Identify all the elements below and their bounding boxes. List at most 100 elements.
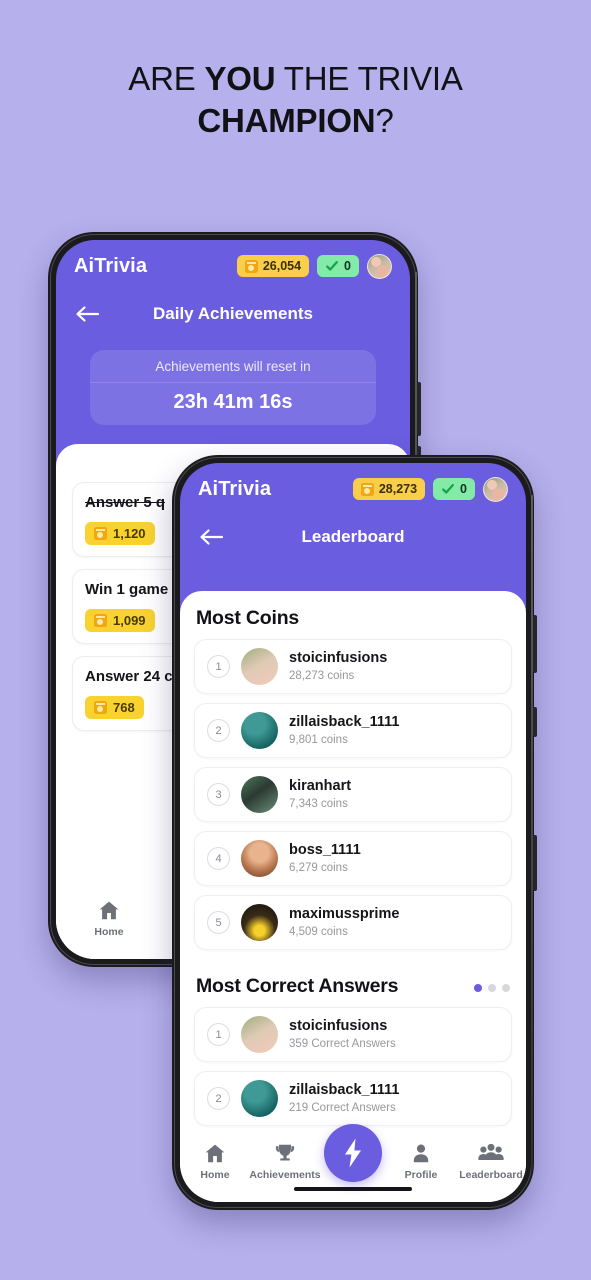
pagination-dots[interactable] bbox=[474, 984, 510, 998]
headline-pre: ARE bbox=[128, 60, 205, 97]
volume-down-button[interactable] bbox=[533, 707, 537, 737]
player-score: 7,343 coins bbox=[289, 798, 348, 810]
avatar bbox=[241, 1080, 278, 1117]
coin-balance-badge[interactable]: 28,273 bbox=[352, 478, 426, 500]
rank-badge: 5 bbox=[207, 911, 230, 934]
streak-value: 0 bbox=[460, 482, 467, 496]
rank-badge: 2 bbox=[207, 719, 230, 742]
check-icon bbox=[442, 484, 454, 494]
coin-icon bbox=[94, 701, 107, 714]
player-name: stoicinfusions bbox=[289, 1018, 388, 1034]
player-name: zillaisback_1111 bbox=[289, 1082, 400, 1098]
headline-post: ? bbox=[375, 102, 394, 139]
avatar bbox=[241, 1016, 278, 1053]
section-title: Most Correct Answers bbox=[196, 975, 399, 997]
nav-item-leaderboard[interactable]: Leaderboard bbox=[459, 1142, 523, 1181]
player-score: 4,509 coins bbox=[289, 926, 348, 938]
headline-line1: ARE YOU THE TRIVIA bbox=[128, 60, 463, 97]
list-item[interactable]: 4 boss_1111 6,279 coins bbox=[194, 831, 512, 886]
rank-badge: 1 bbox=[207, 655, 230, 678]
screen-title: Daily Achievements bbox=[153, 304, 313, 323]
home-indicator bbox=[294, 1186, 412, 1191]
section-title: Most Coins bbox=[196, 607, 300, 629]
avatar bbox=[241, 776, 278, 813]
home-icon bbox=[204, 1142, 226, 1164]
nav-label-home: Home bbox=[94, 926, 124, 938]
people-group-icon bbox=[478, 1142, 504, 1164]
user-avatar[interactable] bbox=[367, 253, 392, 279]
nav-item-home[interactable]: Home bbox=[184, 1142, 246, 1181]
app-brand: AiTrivia bbox=[198, 477, 272, 500]
pagination-dot-2[interactable] bbox=[488, 984, 496, 992]
list-item[interactable]: 5 maximussprime 4,509 coins bbox=[194, 895, 512, 950]
nav-item-achievements[interactable]: Achievements bbox=[249, 1142, 321, 1181]
nav-label-profile: Profile bbox=[404, 1169, 438, 1181]
rank-badge: 4 bbox=[207, 847, 230, 870]
rank-badge: 2 bbox=[207, 1087, 230, 1110]
volume-up-button[interactable] bbox=[417, 382, 421, 436]
reset-timer-value: 23h 41m 16s bbox=[173, 391, 293, 413]
achievement-reward-value: 1,099 bbox=[113, 613, 146, 628]
nav-item-profile[interactable]: Profile bbox=[390, 1142, 452, 1181]
coin-icon bbox=[94, 614, 107, 627]
back-arrow-icon[interactable] bbox=[198, 528, 224, 546]
reset-timer-label: Achievements will reset in bbox=[90, 350, 376, 383]
home-icon bbox=[98, 899, 120, 921]
header-title-row: Daily Achievements bbox=[74, 292, 392, 336]
achievement-reward: 768 bbox=[85, 696, 144, 719]
header-top-row: AiTrivia 28,273 0 bbox=[198, 463, 508, 515]
streak-badge[interactable]: 0 bbox=[317, 255, 359, 277]
pagination-dot-3[interactable] bbox=[502, 984, 510, 992]
header-top-row: AiTrivia 26,054 0 bbox=[74, 240, 392, 292]
headline-emph-you: YOU bbox=[204, 60, 276, 97]
nav-label-leaderboard: Leaderboard bbox=[459, 1169, 523, 1181]
list-item[interactable]: 2 zillaisback_1111 219 Correct Answers bbox=[194, 1071, 512, 1126]
app-screen-leaderboard: AiTrivia 28,273 0 Leaderboard Most Coins… bbox=[180, 463, 526, 1202]
achievement-reward-value: 1,120 bbox=[113, 526, 146, 541]
trophy-icon bbox=[274, 1142, 296, 1164]
nav-label-home: Home bbox=[200, 1169, 230, 1181]
avatar bbox=[241, 648, 278, 685]
avatar bbox=[241, 840, 278, 877]
achievement-reward-value: 768 bbox=[113, 700, 135, 715]
phone-frame-highlight bbox=[531, 495, 533, 1170]
streak-value: 0 bbox=[344, 259, 351, 273]
screen-title: Leaderboard bbox=[301, 527, 405, 546]
power-button[interactable] bbox=[533, 835, 537, 891]
coin-icon bbox=[360, 482, 374, 496]
player-score: 359 Correct Answers bbox=[289, 1038, 396, 1050]
person-icon bbox=[410, 1142, 432, 1164]
list-item[interactable]: 3 kiranhart 7,343 coins bbox=[194, 767, 512, 822]
coin-balance-value: 26,054 bbox=[262, 259, 302, 273]
player-name: maximussprime bbox=[289, 906, 400, 922]
list-item[interactable]: 2 zillaisback_1111 9,801 coins bbox=[194, 703, 512, 758]
pagination-dot-1[interactable] bbox=[474, 984, 482, 992]
list-item[interactable]: 1 stoicinfusions 359 Correct Answers bbox=[194, 1007, 512, 1062]
rank-badge: 1 bbox=[207, 1023, 230, 1046]
nav-item-home[interactable]: Home bbox=[78, 899, 140, 938]
list-item[interactable]: 1 stoicinfusions 28,273 coins bbox=[194, 639, 512, 694]
streak-badge[interactable]: 0 bbox=[433, 478, 475, 500]
bottom-navigation: Home Achievements Profile Leaderboard bbox=[180, 1124, 526, 1202]
back-arrow-icon[interactable] bbox=[74, 305, 100, 323]
volume-up-button[interactable] bbox=[533, 615, 537, 673]
player-score: 219 Correct Answers bbox=[289, 1102, 396, 1114]
app-brand: AiTrivia bbox=[74, 254, 148, 277]
coin-balance-value: 28,273 bbox=[378, 482, 418, 496]
phone-mockup-front: AiTrivia 28,273 0 Leaderboard Most Coins… bbox=[172, 455, 537, 1210]
player-name: kiranhart bbox=[289, 778, 352, 794]
lightning-bolt-icon bbox=[345, 1138, 361, 1168]
app-header: AiTrivia 26,054 0 Daily Achievements bbox=[56, 240, 410, 336]
coin-balance-badge[interactable]: 26,054 bbox=[236, 255, 310, 277]
quick-play-button[interactable] bbox=[324, 1124, 382, 1182]
headline-emph-champion: CHAMPION bbox=[197, 102, 376, 139]
page-title: ARE YOU THE TRIVIA CHAMPION? bbox=[0, 58, 591, 142]
avatar bbox=[241, 712, 278, 749]
player-score: 6,279 coins bbox=[289, 862, 348, 874]
player-name: boss_1111 bbox=[289, 842, 361, 858]
coin-icon bbox=[94, 527, 107, 540]
app-header: AiTrivia 28,273 0 Leaderboard bbox=[180, 463, 526, 559]
nav-label-achievements: Achievements bbox=[249, 1169, 321, 1181]
user-avatar[interactable] bbox=[483, 476, 508, 502]
achievement-reward: 1,099 bbox=[85, 609, 155, 632]
